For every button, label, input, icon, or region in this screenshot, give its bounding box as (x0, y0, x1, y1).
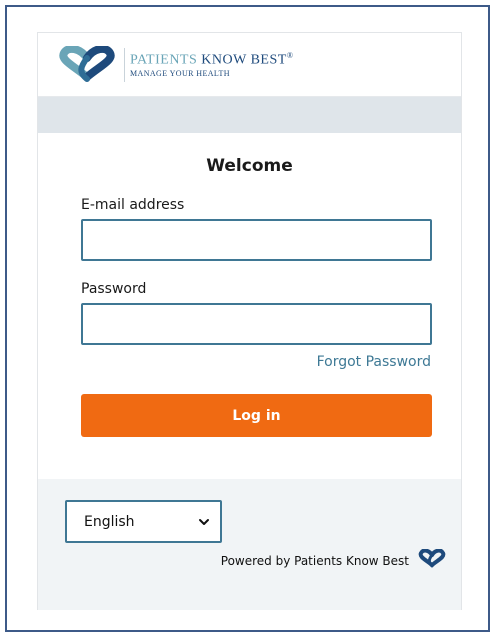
logo-divider (124, 48, 125, 82)
login-panel: PATIENTS KNOW BEST® MANAGE YOUR HEALTH W… (37, 32, 462, 610)
password-field[interactable] (81, 303, 432, 345)
footer (38, 479, 461, 610)
pkb-heart-logo-icon (59, 46, 115, 82)
pkb-heart-logo-icon (418, 549, 446, 568)
email-field[interactable] (81, 219, 432, 261)
brand-name-part2: KNOW BEST (201, 52, 287, 68)
brand-tagline: MANAGE YOUR HEALTH (130, 69, 230, 78)
page-title: Welcome (206, 156, 293, 176)
chevron-down-icon (199, 519, 209, 525)
registered-mark: ® (286, 51, 294, 60)
brand-name: PATIENTS KNOW BEST® (130, 51, 293, 69)
language-selected-value: English (84, 514, 135, 530)
password-label: Password (81, 281, 147, 297)
powered-by-text: Powered by Patients Know Best (220, 554, 409, 568)
language-select[interactable]: English (65, 500, 222, 543)
forgot-password-link[interactable]: Forgot Password (317, 354, 431, 370)
login-button[interactable]: Log in (81, 394, 432, 437)
header-band (38, 97, 461, 133)
brand-header: PATIENTS KNOW BEST® MANAGE YOUR HEALTH (38, 33, 461, 97)
brand-name-part1: PATIENTS (130, 52, 202, 68)
email-label: E-mail address (81, 197, 185, 213)
